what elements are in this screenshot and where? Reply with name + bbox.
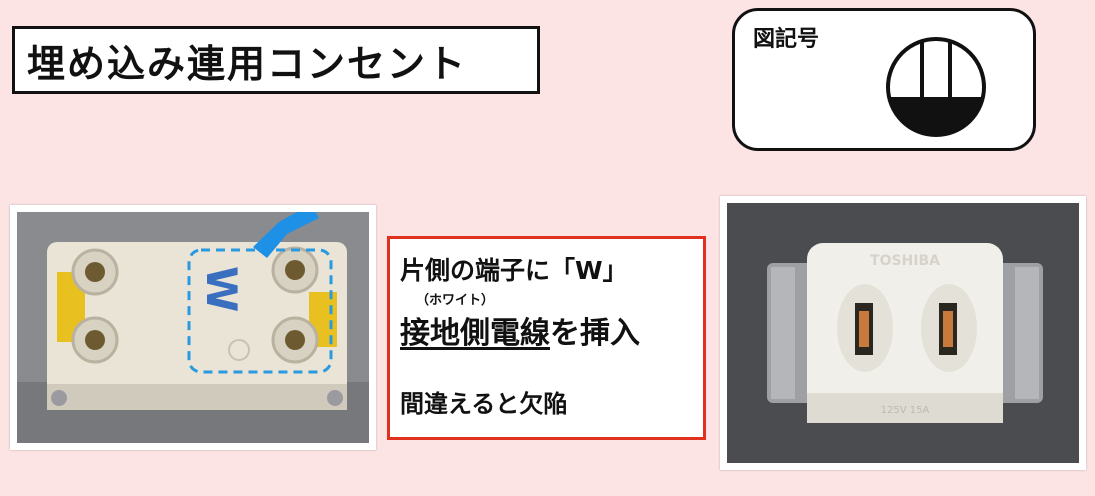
note-white-reading: （ホワイト） xyxy=(416,293,495,308)
note-insert-ground-wire: 接地側電線を挿入 xyxy=(400,308,693,352)
symbol-box: 図記号 xyxy=(732,8,1036,151)
outlet-front-photo-icon: TOSHIBA 125V 15A xyxy=(727,203,1079,463)
w-mark: W xyxy=(197,266,246,312)
note-ground-wire: 接地側電線 xyxy=(400,316,550,351)
brand-label: TOSHIBA xyxy=(870,253,940,269)
outlet-front-photo: TOSHIBA 125V 15A xyxy=(720,196,1086,470)
note-insert: を挿入 xyxy=(550,316,640,351)
note-box: 片側の端子に「W」 （ホワイト） 接地側電線を挿入 間違えると欠陥 xyxy=(387,236,706,440)
note-terminal-w: 片側の端子に「W」 xyxy=(400,256,628,285)
symbol-label: 図記号 xyxy=(753,27,820,52)
outlet-back-photo: W xyxy=(10,205,376,450)
page-title: 埋め込み連用コンセント xyxy=(27,41,468,86)
outlet-back-terminals-photo-icon: W xyxy=(17,212,369,443)
title-box: 埋め込み連用コンセント xyxy=(12,26,540,94)
concealed-outlet-symbol-icon xyxy=(886,37,986,137)
rating-label: 125V 15A xyxy=(881,405,930,416)
note-defect-warning: 間違えると欠陥 xyxy=(400,390,568,418)
